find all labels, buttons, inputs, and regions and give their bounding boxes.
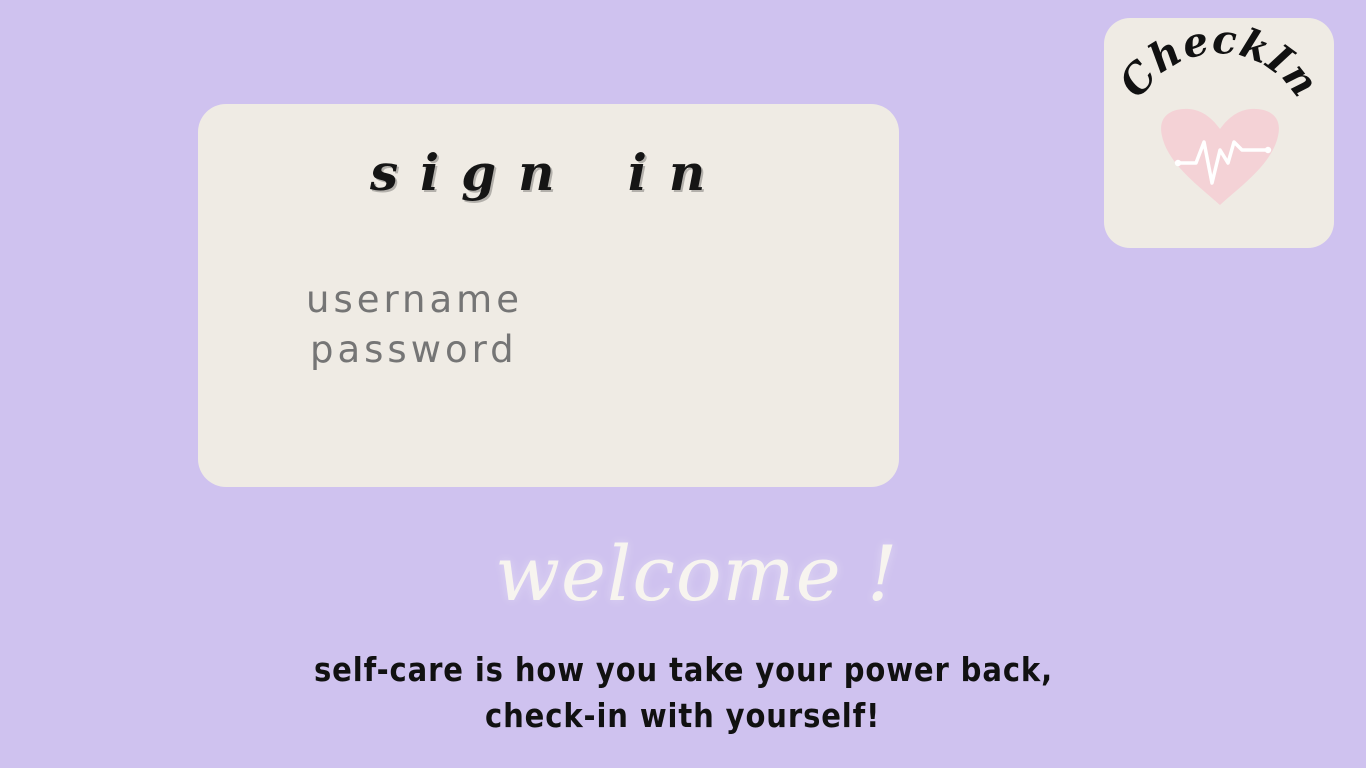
welcome-text: welcome ! <box>495 529 899 618</box>
quote-line-2: check-in with yourself! <box>485 696 881 735</box>
username-input[interactable] <box>306 278 771 321</box>
quote-line-1: self-care is how you take your power bac… <box>314 650 1054 689</box>
logo-mark: CheckIn <box>1110 18 1329 205</box>
pulse-end-dot <box>1264 146 1272 154</box>
pulse-start-dot <box>1174 159 1182 167</box>
password-input[interactable] <box>310 328 775 371</box>
checkin-logo: CheckIn <box>1104 18 1334 248</box>
logo-text: CheckIn <box>1110 18 1329 106</box>
signin-title: sign in <box>370 143 728 202</box>
